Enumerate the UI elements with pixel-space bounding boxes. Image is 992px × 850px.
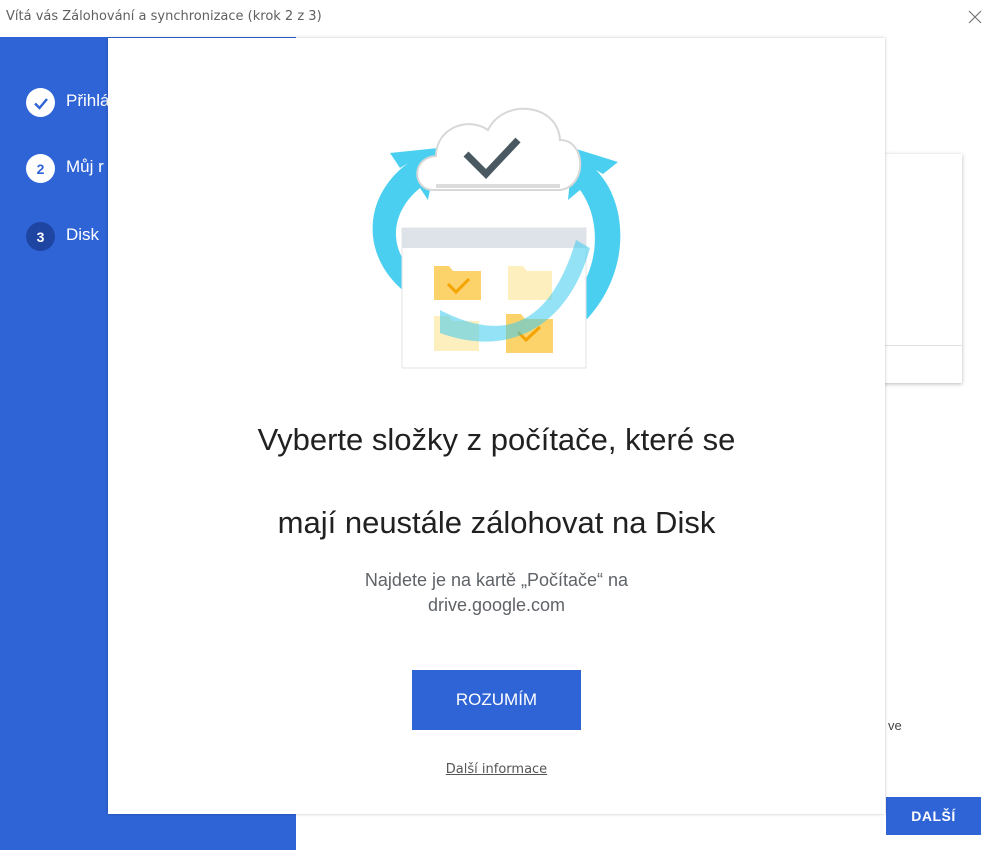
dialog-subtitle: drive.google.com — [427, 595, 566, 615]
more-info-link[interactable]: Další informace — [108, 762, 885, 777]
got-it-button[interactable]: ROZUMÍM — [412, 670, 581, 730]
step-label: Disk — [66, 225, 100, 244]
background-card — [880, 154, 962, 383]
close-icon[interactable] — [964, 6, 986, 28]
window-title: Vítá vás Zálohování a synchronizace (kro… — [6, 9, 322, 24]
step-label: Přihlá — [66, 91, 110, 110]
step-number: 3 — [26, 222, 55, 251]
dialog-subtitle: Najdete je na kartě „Počítače“ na — [364, 570, 629, 590]
title-bar: Vítá vás Zálohování a synchronizace (kro… — [0, 0, 992, 37]
card-divider — [880, 345, 962, 346]
cloud-check-icon — [416, 107, 582, 191]
step-label: Můj r — [66, 157, 104, 176]
next-button[interactable]: DALŠÍ — [886, 797, 981, 835]
dialog-heading: mají neustále zálohovat na Disk — [277, 505, 716, 540]
checkmark-icon — [26, 88, 55, 117]
dialog-heading: Vyberte složky z počítače, které se — [257, 422, 736, 457]
sync-illustration — [372, 107, 621, 369]
info-dialog: Vyberte složky z počítače, které se mají… — [108, 38, 885, 814]
step-number: 2 — [26, 154, 55, 183]
folder-icon — [434, 266, 481, 300]
